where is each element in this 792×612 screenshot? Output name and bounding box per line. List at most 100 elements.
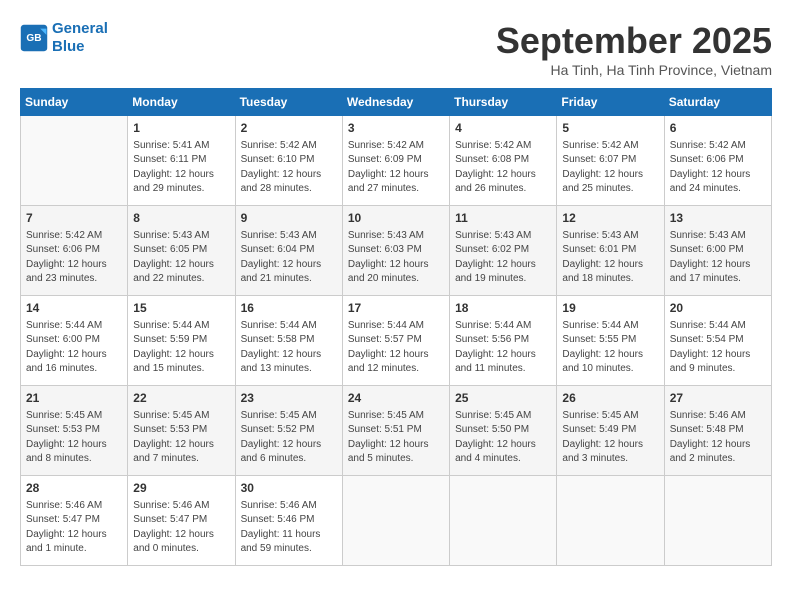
day-info: Sunrise: 5:42 AM Sunset: 6:06 PM Dayligh…	[26, 229, 122, 287]
page-header: GB General Blue September 2025 Ha Tinh, …	[20, 20, 772, 78]
day-info: Sunrise: 5:45 AM Sunset: 5:50 PM Dayligh…	[455, 409, 551, 467]
day-info: Sunrise: 5:43 AM Sunset: 6:00 PM Dayligh…	[670, 229, 766, 287]
day-info: Sunrise: 5:45 AM Sunset: 5:52 PM Dayligh…	[241, 409, 337, 467]
day-number: 8	[133, 210, 229, 227]
day-number: 7	[26, 210, 122, 227]
day-number: 30	[241, 480, 337, 497]
day-number: 18	[455, 300, 551, 317]
day-number: 15	[133, 300, 229, 317]
calendar-cell: 3 Sunrise: 5:42 AM Sunset: 6:09 PM Daylig…	[342, 116, 449, 206]
calendar-cell	[342, 476, 449, 566]
day-number: 26	[562, 390, 658, 407]
calendar-cell: 7 Sunrise: 5:42 AM Sunset: 6:06 PM Daylig…	[21, 206, 128, 296]
calendar-cell: 5 Sunrise: 5:42 AM Sunset: 6:07 PM Daylig…	[557, 116, 664, 206]
day-number: 5	[562, 120, 658, 137]
week-row: 14 Sunrise: 5:44 AM Sunset: 6:00 PM Dayli…	[21, 296, 772, 386]
subtitle: Ha Tinh, Ha Tinh Province, Vietnam	[496, 62, 772, 78]
calendar-cell: 10Sunrise: 5:43 AM Sunset: 6:03 PM Dayli…	[342, 206, 449, 296]
day-info: Sunrise: 5:45 AM Sunset: 5:53 PM Dayligh…	[133, 409, 229, 467]
calendar-cell: 22 Sunrise: 5:45 AM Sunset: 5:53 PM Dayli…	[128, 386, 235, 476]
col-header-tuesday: Tuesday	[235, 89, 342, 116]
calendar-cell: 27 Sunrise: 5:46 AM Sunset: 5:48 PM Dayli…	[664, 386, 771, 476]
day-info: Sunrise: 5:44 AM Sunset: 5:54 PM Dayligh…	[670, 319, 766, 377]
calendar-cell: 24Sunrise: 5:45 AM Sunset: 5:51 PM Dayli…	[342, 386, 449, 476]
day-number: 23	[241, 390, 337, 407]
day-info: Sunrise: 5:44 AM Sunset: 5:56 PM Dayligh…	[455, 319, 551, 377]
calendar-cell: 26 Sunrise: 5:45 AM Sunset: 5:49 PM Dayli…	[557, 386, 664, 476]
day-info: Sunrise: 5:44 AM Sunset: 6:00 PM Dayligh…	[26, 319, 122, 377]
day-number: 14	[26, 300, 122, 317]
day-number: 13	[670, 210, 766, 227]
col-header-friday: Friday	[557, 89, 664, 116]
day-info: Sunrise: 5:44 AM Sunset: 5:55 PM Dayligh…	[562, 319, 658, 377]
day-info: Sunrise: 5:45 AM Sunset: 5:53 PM Dayligh…	[26, 409, 122, 467]
day-info: Sunrise: 5:43 AM Sunset: 6:04 PM Dayligh…	[241, 229, 337, 287]
week-row: 1Sunrise: 5:41 AM Sunset: 6:11 PM Daylig…	[21, 116, 772, 206]
day-info: Sunrise: 5:46 AM Sunset: 5:47 PM Dayligh…	[26, 499, 122, 557]
day-info: Sunrise: 5:42 AM Sunset: 6:09 PM Dayligh…	[348, 139, 444, 197]
day-number: 19	[562, 300, 658, 317]
calendar-cell: 28 Sunrise: 5:46 AM Sunset: 5:47 PM Dayli…	[21, 476, 128, 566]
calendar-cell: 8Sunrise: 5:43 AM Sunset: 6:05 PM Daylig…	[128, 206, 235, 296]
calendar-table: SundayMondayTuesdayWednesdayThursdayFrid…	[20, 88, 772, 566]
calendar-cell: 17 Sunrise: 5:44 AM Sunset: 5:57 PM Dayli…	[342, 296, 449, 386]
day-number: 10	[348, 210, 444, 227]
day-info: Sunrise: 5:44 AM Sunset: 5:59 PM Dayligh…	[133, 319, 229, 377]
day-info: Sunrise: 5:46 AM Sunset: 5:48 PM Dayligh…	[670, 409, 766, 467]
calendar-cell: 6 Sunrise: 5:42 AM Sunset: 6:06 PM Daylig…	[664, 116, 771, 206]
calendar-cell: 16 Sunrise: 5:44 AM Sunset: 5:58 PM Dayli…	[235, 296, 342, 386]
calendar-cell: 30Sunrise: 5:46 AM Sunset: 5:46 PM Dayli…	[235, 476, 342, 566]
day-info: Sunrise: 5:45 AM Sunset: 5:49 PM Dayligh…	[562, 409, 658, 467]
calendar-cell: 29Sunrise: 5:46 AM Sunset: 5:47 PM Dayli…	[128, 476, 235, 566]
title-block: September 2025 Ha Tinh, Ha Tinh Province…	[496, 20, 772, 78]
day-info: Sunrise: 5:46 AM Sunset: 5:47 PM Dayligh…	[133, 499, 229, 557]
day-info: Sunrise: 5:42 AM Sunset: 6:07 PM Dayligh…	[562, 139, 658, 197]
calendar-cell: 21 Sunrise: 5:45 AM Sunset: 5:53 PM Dayli…	[21, 386, 128, 476]
day-number: 24	[348, 390, 444, 407]
day-number: 11	[455, 210, 551, 227]
day-number: 27	[670, 390, 766, 407]
day-number: 3	[348, 120, 444, 137]
day-number: 21	[26, 390, 122, 407]
calendar-cell: 11 Sunrise: 5:43 AM Sunset: 6:02 PM Dayli…	[450, 206, 557, 296]
col-header-wednesday: Wednesday	[342, 89, 449, 116]
calendar-cell: 4Sunrise: 5:42 AM Sunset: 6:08 PM Daylig…	[450, 116, 557, 206]
day-info: Sunrise: 5:43 AM Sunset: 6:01 PM Dayligh…	[562, 229, 658, 287]
logo-icon: GB	[20, 24, 48, 52]
day-info: Sunrise: 5:44 AM Sunset: 5:57 PM Dayligh…	[348, 319, 444, 377]
day-number: 17	[348, 300, 444, 317]
calendar-cell: 12Sunrise: 5:43 AM Sunset: 6:01 PM Dayli…	[557, 206, 664, 296]
day-info: Sunrise: 5:44 AM Sunset: 5:58 PM Dayligh…	[241, 319, 337, 377]
calendar-cell: 2Sunrise: 5:42 AM Sunset: 6:10 PM Daylig…	[235, 116, 342, 206]
header-row: SundayMondayTuesdayWednesdayThursdayFrid…	[21, 89, 772, 116]
col-header-saturday: Saturday	[664, 89, 771, 116]
week-row: 28 Sunrise: 5:46 AM Sunset: 5:47 PM Dayli…	[21, 476, 772, 566]
calendar-cell: 9 Sunrise: 5:43 AM Sunset: 6:04 PM Daylig…	[235, 206, 342, 296]
calendar-cell: 20 Sunrise: 5:44 AM Sunset: 5:54 PM Dayli…	[664, 296, 771, 386]
calendar-cell: 18 Sunrise: 5:44 AM Sunset: 5:56 PM Dayli…	[450, 296, 557, 386]
calendar-cell: 25 Sunrise: 5:45 AM Sunset: 5:50 PM Dayli…	[450, 386, 557, 476]
calendar-cell: 19 Sunrise: 5:44 AM Sunset: 5:55 PM Dayli…	[557, 296, 664, 386]
col-header-thursday: Thursday	[450, 89, 557, 116]
day-number: 22	[133, 390, 229, 407]
logo-line1: General	[52, 20, 108, 38]
calendar-cell	[664, 476, 771, 566]
day-info: Sunrise: 5:41 AM Sunset: 6:11 PM Dayligh…	[133, 139, 229, 197]
day-number: 20	[670, 300, 766, 317]
day-number: 2	[241, 120, 337, 137]
day-info: Sunrise: 5:43 AM Sunset: 6:02 PM Dayligh…	[455, 229, 551, 287]
calendar-cell	[557, 476, 664, 566]
calendar-cell	[21, 116, 128, 206]
calendar-cell: 23 Sunrise: 5:45 AM Sunset: 5:52 PM Dayli…	[235, 386, 342, 476]
day-number: 9	[241, 210, 337, 227]
col-header-monday: Monday	[128, 89, 235, 116]
day-info: Sunrise: 5:42 AM Sunset: 6:08 PM Dayligh…	[455, 139, 551, 197]
day-number: 6	[670, 120, 766, 137]
month-title: September 2025	[496, 20, 772, 62]
svg-text:GB: GB	[26, 33, 41, 44]
logo-line2: Blue	[52, 38, 108, 56]
day-info: Sunrise: 5:42 AM Sunset: 6:06 PM Dayligh…	[670, 139, 766, 197]
day-number: 28	[26, 480, 122, 497]
day-number: 25	[455, 390, 551, 407]
day-number: 16	[241, 300, 337, 317]
